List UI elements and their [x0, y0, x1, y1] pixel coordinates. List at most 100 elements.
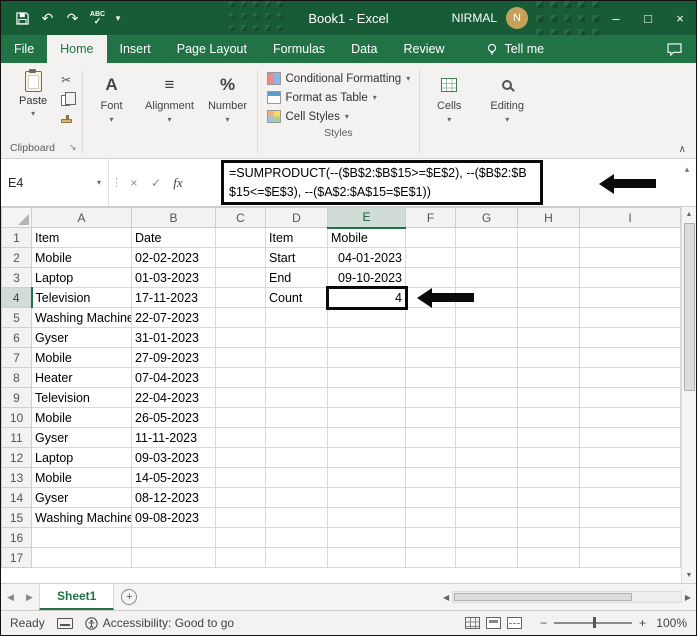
grid-cell-H1[interactable] — [517, 227, 580, 248]
vertical-scrollbar[interactable]: ▲ ▼ — [681, 207, 696, 583]
column-header-E[interactable]: E — [327, 207, 406, 229]
grid-cell-C12[interactable] — [215, 447, 266, 468]
save-button[interactable] — [11, 6, 34, 30]
grid-cell-H5[interactable] — [517, 307, 580, 328]
row-header-9[interactable]: 9 — [1, 387, 32, 408]
grid-cell-F15[interactable] — [405, 507, 456, 528]
insert-function-button[interactable]: fx — [168, 175, 188, 191]
cancel-button[interactable]: × — [124, 176, 144, 190]
grid-cell-A7[interactable]: Mobile — [31, 347, 132, 368]
sheet-nav-right-icon[interactable]: ▶ — [20, 584, 39, 610]
collapse-ribbon-button[interactable]: ∧ — [679, 144, 686, 155]
row-header-11[interactable]: 11 — [1, 427, 32, 448]
grid-cell-A12[interactable]: Laptop — [31, 447, 132, 468]
grid-cell-I4[interactable] — [579, 287, 681, 308]
grid-cell-C7[interactable] — [215, 347, 266, 368]
grid-cell-C10[interactable] — [215, 407, 266, 428]
grid-cell-A4[interactable]: Television — [31, 287, 132, 308]
tab-data[interactable]: Data — [338, 35, 390, 63]
grid-cell-G6[interactable] — [455, 327, 518, 348]
grid-cell-E9[interactable] — [327, 387, 406, 408]
grid-cell-A6[interactable]: Gyser — [31, 327, 132, 348]
grid-cell-F5[interactable] — [405, 307, 456, 328]
grid-cell-B6[interactable]: 31-01-2023 — [131, 327, 216, 348]
column-header-G[interactable]: G — [455, 207, 518, 228]
grid-cell-H13[interactable] — [517, 467, 580, 488]
grid-cell-H14[interactable] — [517, 487, 580, 508]
grid-cell-G3[interactable] — [455, 267, 518, 288]
grid-cell-I8[interactable] — [579, 367, 681, 388]
row-header-10[interactable]: 10 — [1, 407, 32, 428]
grid-cell-D6[interactable] — [265, 327, 328, 348]
grid-cell-C15[interactable] — [215, 507, 266, 528]
grid-cell-I2[interactable] — [579, 247, 681, 268]
grid-cell-A3[interactable]: Laptop — [31, 267, 132, 288]
grid-cell-C9[interactable] — [215, 387, 266, 408]
grid-cell-B8[interactable]: 07-04-2023 — [131, 367, 216, 388]
grid-cell-F4[interactable] — [405, 287, 456, 308]
horizontal-scrollbar[interactable]: ◀ ▶ — [438, 584, 696, 610]
grid-cell-C17[interactable] — [215, 547, 266, 568]
grid-cell-H15[interactable] — [517, 507, 580, 528]
tab-review[interactable]: Review — [390, 35, 457, 63]
grid-cell-G7[interactable] — [455, 347, 518, 368]
zoom-slider-thumb[interactable] — [592, 617, 596, 628]
grid-cell-C11[interactable] — [215, 427, 266, 448]
grid-cell-B5[interactable]: 22-07-2023 — [131, 307, 216, 328]
name-box-dropdown-icon[interactable]: ▾ — [97, 178, 101, 187]
column-header-C[interactable]: C — [215, 207, 266, 228]
grid-cell-A5[interactable]: Washing Machine — [31, 307, 132, 328]
grid-cell-D12[interactable] — [265, 447, 328, 468]
grid-cell-F16[interactable] — [405, 527, 456, 548]
select-all-corner[interactable] — [1, 207, 32, 228]
format-painter-button[interactable] — [61, 114, 73, 126]
grid-cell-D15[interactable] — [265, 507, 328, 528]
grid-cell-D4[interactable]: Count — [265, 287, 328, 308]
grid-cell-C13[interactable] — [215, 467, 266, 488]
grid-cell-G2[interactable] — [455, 247, 518, 268]
grid-cell-F13[interactable] — [405, 467, 456, 488]
grid-cell-E16[interactable] — [327, 527, 406, 548]
maximize-button[interactable]: □ — [632, 1, 664, 35]
grid-cell-D7[interactable] — [265, 347, 328, 368]
font-group-button[interactable]: A Font ▾ — [83, 65, 141, 158]
grid-cell-I14[interactable] — [579, 487, 681, 508]
grid-cell-F6[interactable] — [405, 327, 456, 348]
row-header-16[interactable]: 16 — [1, 527, 32, 548]
grid-cell-E13[interactable] — [327, 467, 406, 488]
format-as-table-button[interactable]: Format as Table ▾ — [263, 90, 415, 105]
grid-cell-I12[interactable] — [579, 447, 681, 468]
grid-cell-H3[interactable] — [517, 267, 580, 288]
grid-cell-H2[interactable] — [517, 247, 580, 268]
grid-cell-B11[interactable]: 11-11-2023 — [131, 427, 216, 448]
row-header-14[interactable]: 14 — [1, 487, 32, 508]
grid-cell-A13[interactable]: Mobile — [31, 467, 132, 488]
grid-cell-C8[interactable] — [215, 367, 266, 388]
grid-cell-A15[interactable]: Washing Machine — [31, 507, 132, 528]
grid-cell-D3[interactable]: End — [265, 267, 328, 288]
comments-icon[interactable] — [667, 35, 682, 63]
user-avatar[interactable]: N — [506, 7, 528, 29]
grid-cell-I7[interactable] — [579, 347, 681, 368]
grid-cell-C2[interactable] — [215, 247, 266, 268]
sheet-tab-sheet1[interactable]: Sheet1 — [39, 584, 115, 610]
tab-file[interactable]: File — [1, 35, 47, 63]
grid-cell-D11[interactable] — [265, 427, 328, 448]
formula-input[interactable]: =SUMPRODUCT(--($B$2:$B$15>=$E$2), --($B$… — [191, 159, 678, 206]
alignment-group-button[interactable]: ≡ Alignment ▾ — [141, 65, 199, 158]
cell-styles-button[interactable]: Cell Styles ▾ — [263, 109, 415, 124]
grid-cell-G12[interactable] — [455, 447, 518, 468]
grid-cell-B17[interactable] — [131, 547, 216, 568]
grid-cell-E10[interactable] — [327, 407, 406, 428]
grid-cell-B7[interactable]: 27-09-2023 — [131, 347, 216, 368]
column-header-F[interactable]: F — [405, 207, 456, 228]
grid-cell-E6[interactable] — [327, 327, 406, 348]
grid-cell-F17[interactable] — [405, 547, 456, 568]
zoom-in-button[interactable]: + — [639, 616, 646, 630]
grid-cell-I9[interactable] — [579, 387, 681, 408]
grid-cell-C14[interactable] — [215, 487, 266, 508]
grid-cell-I6[interactable] — [579, 327, 681, 348]
row-header-12[interactable]: 12 — [1, 447, 32, 468]
horizontal-scroll-track[interactable] — [452, 591, 682, 603]
grid-cell-A10[interactable]: Mobile — [31, 407, 132, 428]
